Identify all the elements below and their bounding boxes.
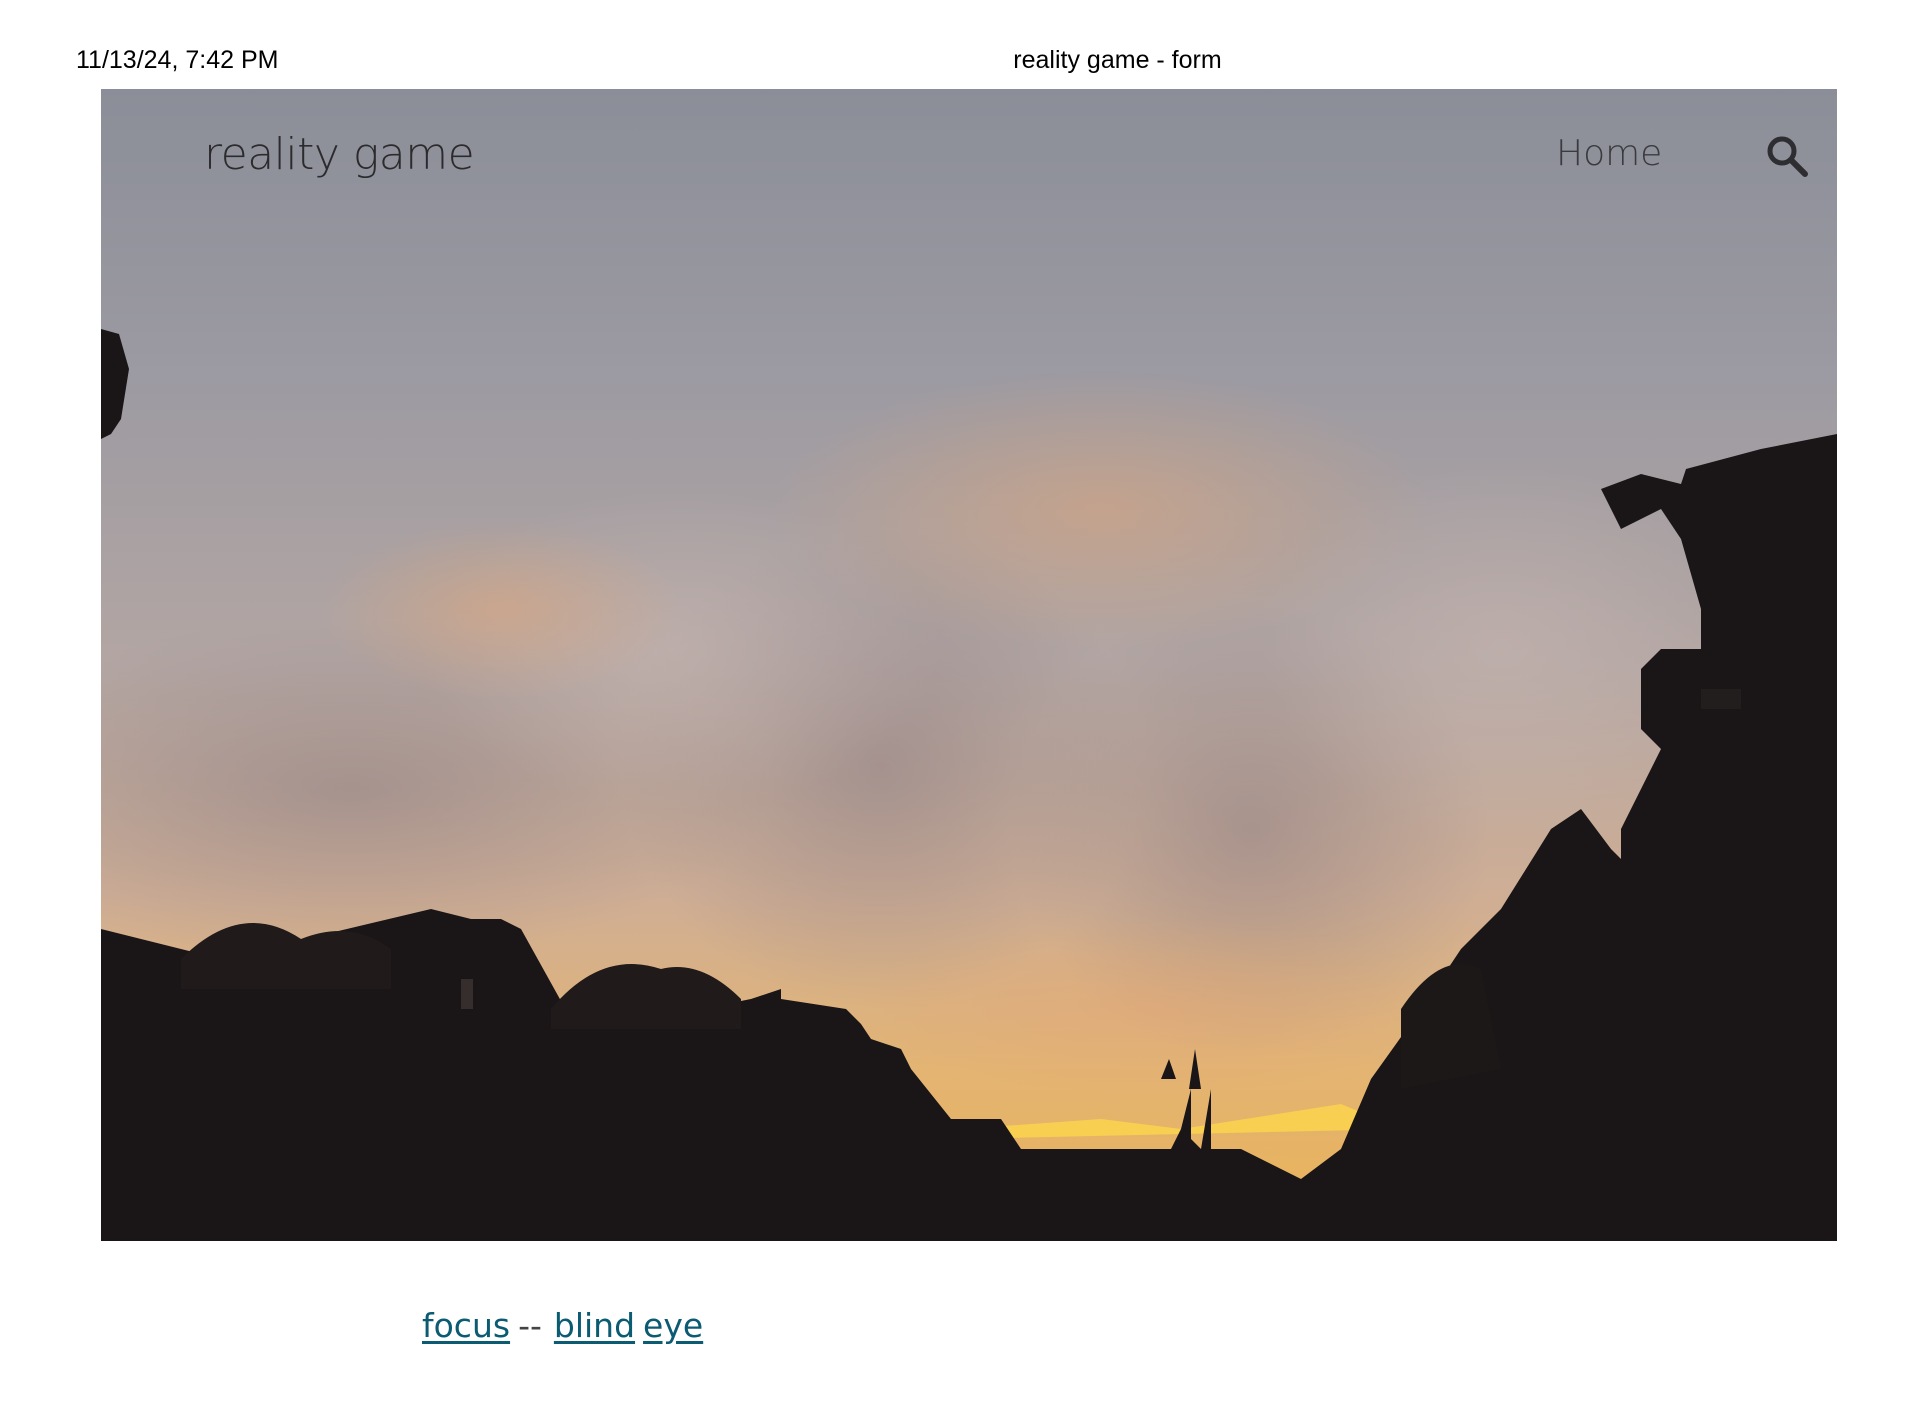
link-separator: -- — [518, 1306, 542, 1345]
link-blind[interactable]: blind — [554, 1306, 635, 1345]
sunset-sky-photo — [101, 89, 1837, 1241]
print-header: 11/13/24, 7:42 PM reality game - form — [0, 46, 1930, 76]
link-focus[interactable]: focus — [422, 1306, 510, 1345]
site-title[interactable]: reality game — [204, 129, 475, 180]
link-eye[interactable]: eye — [643, 1306, 703, 1345]
nav-home-link[interactable]: Home — [1556, 133, 1662, 174]
search-button[interactable] — [1763, 132, 1811, 180]
print-page-title: reality game - form — [1013, 46, 1222, 74]
search-icon — [1767, 136, 1808, 177]
hero-banner: reality game Home — [101, 89, 1837, 1241]
content-links: focus -- blind eye — [422, 1306, 703, 1345]
